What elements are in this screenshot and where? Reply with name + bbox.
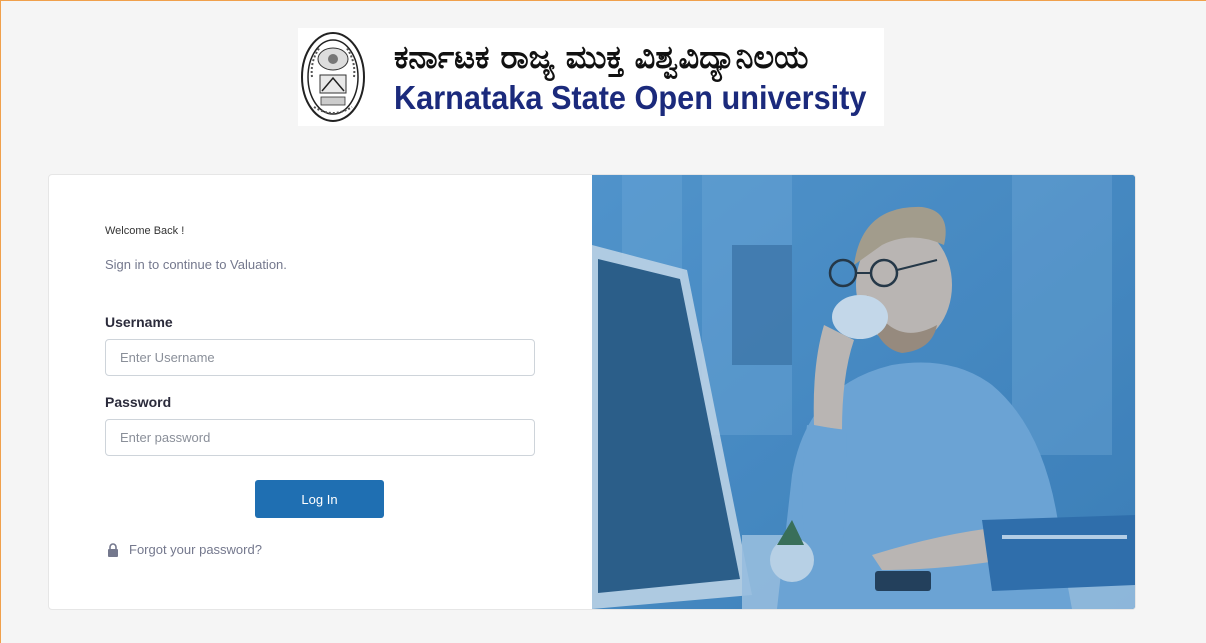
forgot-password-link[interactable]: Forgot your password? bbox=[107, 542, 262, 557]
english-title: Karnataka State Open university bbox=[394, 78, 867, 116]
hero-image bbox=[592, 175, 1135, 609]
hero-illustration bbox=[592, 175, 1135, 609]
login-button[interactable]: Log In bbox=[255, 480, 384, 518]
forgot-password-text: Forgot your password? bbox=[129, 542, 262, 557]
kannada-title: ಕರ್ನಾಟಕ ರಾಜ್ಯ ಮುಕ್ತ ವಿಶ್ವವಿದ್ಯಾನಿಲಯ bbox=[394, 37, 809, 76]
login-form: Welcome Back ! Sign in to continue to Va… bbox=[49, 175, 592, 609]
signin-subtitle: Sign in to continue to Valuation. bbox=[105, 257, 287, 272]
username-label: Username bbox=[105, 314, 173, 330]
banner-titles: ಕರ್ನಾಟಕ ರಾಜ್ಯ ಮುಕ್ತ ವಿಶ್ವವಿದ್ಯಾನಿಲಯ Karn… bbox=[394, 41, 902, 114]
password-label: Password bbox=[105, 394, 172, 410]
lock-icon bbox=[107, 542, 119, 557]
login-page: ಕರ್ನಾಟಕ ರಾಜ್ಯ ಮುಕ್ತ ವಿಶ್ವವಿದ್ಯಾನಿಲಯ Karn… bbox=[0, 0, 1206, 643]
welcome-text: Welcome Back ! bbox=[105, 225, 185, 237]
university-banner: ಕರ್ನಾಟಕ ರಾಜ್ಯ ಮುಕ್ತ ವಿಶ್ವವಿದ್ಯಾನಿಲಯ Karn… bbox=[298, 28, 884, 126]
username-input[interactable] bbox=[105, 339, 535, 376]
login-card: Welcome Back ! Sign in to continue to Va… bbox=[48, 174, 1136, 610]
password-input[interactable] bbox=[105, 419, 535, 456]
university-seal-icon bbox=[300, 29, 366, 125]
